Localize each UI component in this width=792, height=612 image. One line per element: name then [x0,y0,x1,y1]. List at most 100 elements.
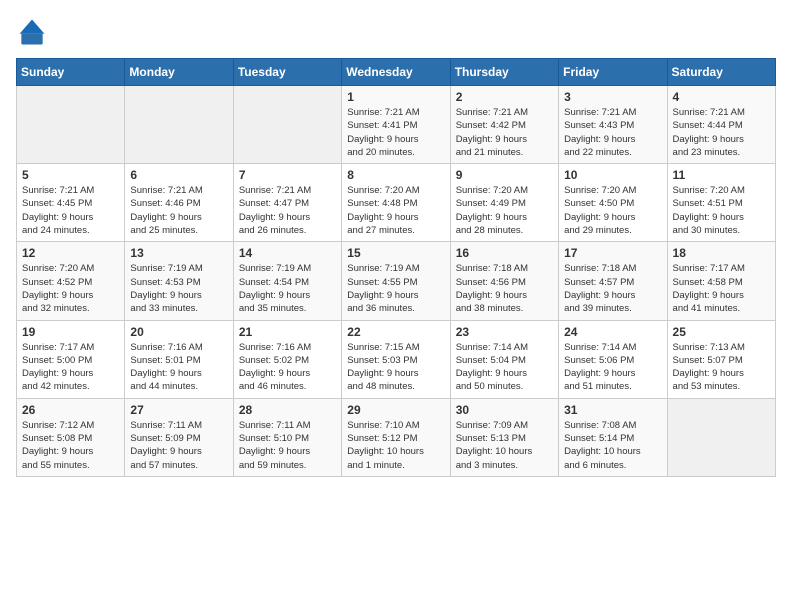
calendar-cell: 7 Sunrise: 7:21 AM Sunset: 4:47 PM Daylig… [233,164,341,242]
day-number: 22 [347,325,444,339]
day-info: Sunrise: 7:21 AM Sunset: 4:45 PM Dayligh… [22,184,119,237]
calendar-cell: 11Sunrise: 7:20 AM Sunset: 4:51 PM Dayli… [667,164,775,242]
calendar-cell: 29 Sunrise: 7:10 AM Sunset: 5:12 PM Dayli… [342,398,450,476]
day-number: 14 [239,246,336,260]
calendar-cell: 12Sunrise: 7:20 AM Sunset: 4:52 PM Dayli… [17,242,125,320]
day-number: 2 [456,90,553,104]
calendar-cell: 16 Sunrise: 7:18 AM Sunset: 4:56 PM Dayli… [450,242,558,320]
day-info: Sunrise: 7:16 AM Sunset: 5:01 PM Dayligh… [130,341,227,394]
calendar-cell: 28Sunrise: 7:11 AM Sunset: 5:10 PM Dayli… [233,398,341,476]
day-number: 26 [22,403,119,417]
day-number: 23 [456,325,553,339]
day-info: Sunrise: 7:21 AM Sunset: 4:41 PM Dayligh… [347,106,444,159]
calendar-cell: 1Sunrise: 7:21 AM Sunset: 4:41 PM Daylig… [342,86,450,164]
day-info: Sunrise: 7:13 AM Sunset: 5:07 PM Dayligh… [673,341,770,394]
calendar-header-friday: Friday [559,59,667,86]
calendar-cell: 18 Sunrise: 7:17 AM Sunset: 4:58 PM Dayli… [667,242,775,320]
day-info: Sunrise: 7:14 AM Sunset: 5:06 PM Dayligh… [564,341,661,394]
calendar-cell: 15 Sunrise: 7:19 AM Sunset: 4:55 PM Dayli… [342,242,450,320]
calendar-week-row: 19Sunrise: 7:17 AM Sunset: 5:00 PM Dayli… [17,320,776,398]
day-number: 5 [22,168,119,182]
day-info: Sunrise: 7:10 AM Sunset: 5:12 PM Dayligh… [347,419,444,472]
calendar-week-row: 26 Sunrise: 7:12 AM Sunset: 5:08 PM Dayli… [17,398,776,476]
day-number: 31 [564,403,661,417]
calendar-cell [17,86,125,164]
calendar-table: SundayMondayTuesdayWednesdayThursdayFrid… [16,58,776,477]
day-number: 27 [130,403,227,417]
day-info: Sunrise: 7:08 AM Sunset: 5:14 PM Dayligh… [564,419,661,472]
calendar-header-saturday: Saturday [667,59,775,86]
day-number: 7 [239,168,336,182]
day-info: Sunrise: 7:18 AM Sunset: 4:57 PM Dayligh… [564,262,661,315]
calendar-cell [667,398,775,476]
calendar-cell: 10 Sunrise: 7:20 AM Sunset: 4:50 PM Dayli… [559,164,667,242]
day-info: Sunrise: 7:16 AM Sunset: 5:02 PM Dayligh… [239,341,336,394]
calendar-cell: 3 Sunrise: 7:21 AM Sunset: 4:43 PM Daylig… [559,86,667,164]
day-number: 10 [564,168,661,182]
calendar-week-row: 12Sunrise: 7:20 AM Sunset: 4:52 PM Dayli… [17,242,776,320]
day-info: Sunrise: 7:19 AM Sunset: 4:55 PM Dayligh… [347,262,444,315]
day-number: 17 [564,246,661,260]
day-info: Sunrise: 7:09 AM Sunset: 5:13 PM Dayligh… [456,419,553,472]
day-number: 30 [456,403,553,417]
calendar-cell [233,86,341,164]
calendar-cell: 23 Sunrise: 7:14 AM Sunset: 5:04 PM Dayli… [450,320,558,398]
calendar-cell: 13Sunrise: 7:19 AM Sunset: 4:53 PM Dayli… [125,242,233,320]
day-number: 3 [564,90,661,104]
logo [16,16,52,48]
day-number: 6 [130,168,227,182]
calendar-cell [125,86,233,164]
calendar-cell: 5 Sunrise: 7:21 AM Sunset: 4:45 PM Daylig… [17,164,125,242]
day-number: 8 [347,168,444,182]
day-info: Sunrise: 7:15 AM Sunset: 5:03 PM Dayligh… [347,341,444,394]
day-info: Sunrise: 7:20 AM Sunset: 4:49 PM Dayligh… [456,184,553,237]
day-info: Sunrise: 7:12 AM Sunset: 5:08 PM Dayligh… [22,419,119,472]
calendar-cell: 30 Sunrise: 7:09 AM Sunset: 5:13 PM Dayli… [450,398,558,476]
day-info: Sunrise: 7:20 AM Sunset: 4:52 PM Dayligh… [22,262,119,315]
day-number: 29 [347,403,444,417]
day-number: 18 [673,246,770,260]
day-number: 20 [130,325,227,339]
calendar-cell: 9 Sunrise: 7:20 AM Sunset: 4:49 PM Daylig… [450,164,558,242]
day-number: 9 [456,168,553,182]
day-info: Sunrise: 7:18 AM Sunset: 4:56 PM Dayligh… [456,262,553,315]
day-info: Sunrise: 7:20 AM Sunset: 4:50 PM Dayligh… [564,184,661,237]
day-info: Sunrise: 7:21 AM Sunset: 4:47 PM Dayligh… [239,184,336,237]
day-number: 15 [347,246,444,260]
day-info: Sunrise: 7:17 AM Sunset: 4:58 PM Dayligh… [673,262,770,315]
day-info: Sunrise: 7:21 AM Sunset: 4:46 PM Dayligh… [130,184,227,237]
calendar-week-row: 1Sunrise: 7:21 AM Sunset: 4:41 PM Daylig… [17,86,776,164]
day-info: Sunrise: 7:11 AM Sunset: 5:09 PM Dayligh… [130,419,227,472]
day-number: 19 [22,325,119,339]
day-number: 28 [239,403,336,417]
calendar-cell: 4 Sunrise: 7:21 AM Sunset: 4:44 PM Daylig… [667,86,775,164]
calendar-cell: 14 Sunrise: 7:19 AM Sunset: 4:54 PM Dayli… [233,242,341,320]
day-number: 13 [130,246,227,260]
day-info: Sunrise: 7:19 AM Sunset: 4:54 PM Dayligh… [239,262,336,315]
day-info: Sunrise: 7:14 AM Sunset: 5:04 PM Dayligh… [456,341,553,394]
calendar-header-monday: Monday [125,59,233,86]
day-number: 16 [456,246,553,260]
calendar-cell: 22 Sunrise: 7:15 AM Sunset: 5:03 PM Dayli… [342,320,450,398]
day-number: 24 [564,325,661,339]
calendar-cell: 26 Sunrise: 7:12 AM Sunset: 5:08 PM Dayli… [17,398,125,476]
calendar-cell: 20 Sunrise: 7:16 AM Sunset: 5:01 PM Dayli… [125,320,233,398]
calendar-header-wednesday: Wednesday [342,59,450,86]
day-info: Sunrise: 7:21 AM Sunset: 4:42 PM Dayligh… [456,106,553,159]
calendar-cell: 17 Sunrise: 7:18 AM Sunset: 4:57 PM Dayli… [559,242,667,320]
calendar-week-row: 5 Sunrise: 7:21 AM Sunset: 4:45 PM Daylig… [17,164,776,242]
calendar-header-row: SundayMondayTuesdayWednesdayThursdayFrid… [17,59,776,86]
calendar-cell: 31 Sunrise: 7:08 AM Sunset: 5:14 PM Dayli… [559,398,667,476]
calendar-cell: 19Sunrise: 7:17 AM Sunset: 5:00 PM Dayli… [17,320,125,398]
day-number: 4 [673,90,770,104]
page-header [16,16,776,48]
day-number: 21 [239,325,336,339]
calendar-header-thursday: Thursday [450,59,558,86]
day-info: Sunrise: 7:21 AM Sunset: 4:44 PM Dayligh… [673,106,770,159]
calendar-cell: 27 Sunrise: 7:11 AM Sunset: 5:09 PM Dayli… [125,398,233,476]
calendar-header-sunday: Sunday [17,59,125,86]
day-info: Sunrise: 7:20 AM Sunset: 4:51 PM Dayligh… [673,184,770,237]
calendar-cell: 8Sunrise: 7:20 AM Sunset: 4:48 PM Daylig… [342,164,450,242]
day-number: 25 [673,325,770,339]
day-info: Sunrise: 7:21 AM Sunset: 4:43 PM Dayligh… [564,106,661,159]
